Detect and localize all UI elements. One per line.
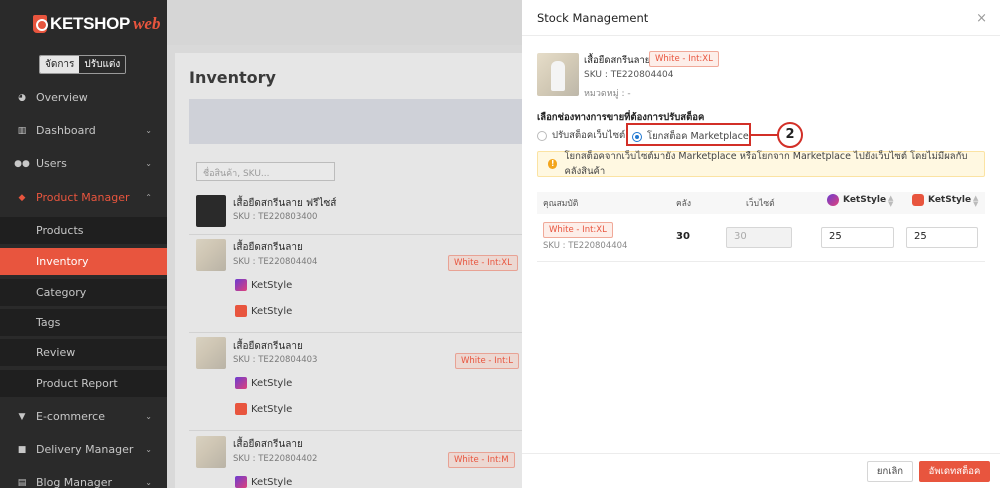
inventory-banner — [189, 99, 522, 144]
users-icon: ●● — [14, 158, 30, 169]
row-divider — [189, 430, 522, 431]
chevron-up-icon: ⌃ — [145, 193, 152, 202]
sort-icon[interactable]: ▲ ▼ — [973, 195, 978, 208]
variant-tag: White - Int:XL — [649, 51, 719, 67]
product-sku: SKU : TE220804402 — [233, 454, 318, 464]
highlight-connector — [751, 134, 778, 136]
variant-tag: White - Int:M — [448, 452, 515, 468]
model-figure — [551, 61, 565, 91]
cancel-button[interactable]: ยกเลิก — [867, 461, 913, 482]
ketstyle-2-stock-input[interactable]: 25 — [906, 227, 978, 248]
ketstyle-icon — [235, 377, 247, 389]
sidebar-item-product-manager[interactable]: ◆ Product Manager ⌃ — [0, 184, 167, 211]
ketstyle-shop-icon — [235, 305, 247, 317]
search-input[interactable]: ชื่อสินค้า, SKU... — [196, 162, 335, 181]
product-sku: SKU : TE220804403 — [233, 355, 318, 365]
product-category: หมวดหมู่ : - — [584, 89, 631, 99]
chevron-down-icon: ⌄ — [145, 412, 152, 421]
sidebar: KETSHOP web จัดการ ปรับแต่ง ◕ Overview ▥… — [0, 0, 167, 488]
sidebar-item-users[interactable]: ●● Users ⌄ — [0, 150, 167, 177]
product-sku: SKU : TE220804404 — [584, 70, 674, 80]
sort-icon[interactable]: ▲ ▼ — [888, 195, 893, 208]
variant-tag: White - Int:XL — [543, 222, 613, 238]
website-stock-input: 30 — [726, 227, 792, 248]
product-thumbnail — [196, 239, 226, 271]
radio-website-stock[interactable]: ปรับสต็อคเว็บไซต์ — [537, 128, 625, 143]
column-stock: คลัง — [676, 199, 692, 209]
sidebar-subitem-product-report[interactable]: Product Report — [0, 370, 167, 397]
ketstyle-icon — [235, 279, 247, 291]
ketstyle-icon — [827, 194, 839, 206]
sidebar-item-overview[interactable]: ◕ Overview — [0, 84, 167, 111]
sidebar-item-ecommerce[interactable]: ▼ E-commerce ⌄ — [0, 403, 167, 430]
shop-bag-icon — [33, 15, 48, 33]
page-title: Inventory — [189, 68, 276, 87]
tag-icon: ◆ — [18, 192, 26, 203]
chevron-down-icon: ⌄ — [145, 478, 152, 487]
highlight-box — [626, 123, 751, 146]
product-name[interactable]: เสื้อยืดสกรีนลาย — [233, 240, 303, 255]
chevron-down-icon: ⌄ — [145, 445, 152, 454]
ketstyle-icon — [235, 476, 247, 488]
column-attribute: คุณสมบัติ — [543, 199, 579, 209]
warning-icon: ! — [548, 159, 558, 169]
variant-tag: White - Int:L — [455, 353, 520, 369]
chevron-down-icon: ⌄ — [145, 159, 152, 168]
product-image — [537, 53, 579, 96]
footer-divider — [522, 453, 1000, 454]
product-name: เสื้อยืดสกรีนลาย — [584, 55, 651, 66]
row-divider — [189, 332, 522, 333]
variant-tag: White - Int:XL — [448, 255, 518, 271]
cart-icon: ▼ — [18, 411, 26, 422]
stock-management-panel: Stock Management × เสื้อยืดสกรีนลาย Whit… — [522, 0, 1000, 488]
sidebar-item-delivery-manager[interactable]: ■ Delivery Manager ⌄ — [0, 436, 167, 463]
sidebar-subitem-tags[interactable]: Tags — [0, 309, 167, 336]
update-stock-button[interactable]: อัพเดทสต็อค — [919, 461, 990, 482]
brand-logo[interactable]: KETSHOP web — [33, 12, 160, 36]
stock-value: 30 — [676, 231, 690, 242]
product-name[interactable]: เสื้อยืดสกรีนลาย ฟรีไซส์ — [233, 196, 336, 211]
product-thumbnail — [196, 337, 226, 369]
marketplace-row: KetStyle — [235, 279, 292, 291]
truck-icon: ■ — [17, 444, 27, 455]
mode-customize-button[interactable]: ปรับแต่ง — [79, 56, 126, 73]
sidebar-subitem-review[interactable]: Review — [0, 339, 167, 366]
product-sku: SKU : TE220803400 — [233, 212, 318, 222]
sidebar-subitem-category[interactable]: Category — [0, 279, 167, 306]
ketstyle-shop-icon — [235, 403, 247, 415]
mode-manage-button[interactable]: จัดการ — [40, 56, 80, 73]
mode-switch: จัดการ ปรับแต่ง — [39, 55, 127, 74]
sidebar-item-blog-manager[interactable]: ▤ Blog Manager ⌄ — [0, 469, 167, 488]
close-icon[interactable]: × — [976, 11, 987, 26]
sidebar-subitem-products[interactable]: Products — [0, 217, 167, 244]
info-banner: ! โยกสต็อคจากเว็บไซต์มายัง Marketplace ห… — [537, 151, 985, 177]
marketplace-row: KetStyle — [235, 377, 292, 389]
sidebar-item-dashboard[interactable]: ▥ Dashboard ⌄ — [0, 117, 167, 144]
variant-sku: SKU : TE220804404 — [543, 241, 628, 251]
product-thumbnail — [196, 195, 226, 227]
blog-icon: ▤ — [17, 477, 27, 488]
product-name[interactable]: เสื้อยืดสกรีนลาย — [233, 437, 303, 452]
ketstyle-shop-icon — [912, 194, 924, 206]
sidebar-subitem-inventory[interactable]: Inventory — [0, 248, 167, 275]
column-website: เว็บไซต์ — [746, 199, 775, 209]
product-name[interactable]: เสื้อยืดสกรีนลาย — [233, 339, 303, 354]
marketplace-row: KetStyle — [235, 305, 292, 317]
divider — [522, 35, 1000, 36]
product-sku: SKU : TE220804404 — [233, 257, 318, 267]
bar-chart-icon: ▥ — [17, 125, 27, 136]
radio-circle-icon — [537, 130, 547, 141]
marketplace-row: KetStyle — [235, 403, 292, 415]
product-thumbnail — [196, 436, 226, 468]
step-number-badge: 2 — [777, 122, 803, 148]
row-divider — [189, 234, 522, 235]
marketplace-row: KetStyle — [235, 476, 292, 488]
pie-chart-icon: ◕ — [18, 92, 26, 103]
divider — [537, 261, 985, 262]
panel-title: Stock Management — [537, 11, 649, 25]
column-ketstyle-2[interactable]: KetStyle — [912, 194, 971, 206]
chevron-down-icon: ⌄ — [145, 126, 152, 135]
ketstyle-1-stock-input[interactable]: 25 — [821, 227, 894, 248]
column-ketstyle-1[interactable]: KetStyle — [827, 194, 886, 206]
